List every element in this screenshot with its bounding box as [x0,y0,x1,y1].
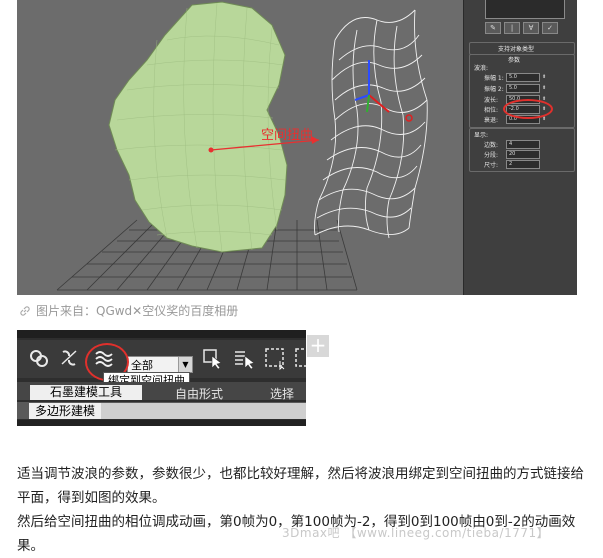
rectangular-selection-icon[interactable] [263,346,287,370]
tab-selection[interactable]: 选择 [270,385,294,402]
add-button[interactable]: + [307,335,329,357]
param-row: 振幅 2: 5.0 ⬍ [484,83,547,93]
pipe-icon[interactable]: | [504,22,520,34]
paragraph-1: 适当调节波浪的参数，参数很少，也都比较好理解，然后将波浪用绑定到空间扭曲的方式链… [17,466,584,506]
ribbon-tabs: 石墨建模工具 自由形式 选择 [17,382,306,402]
image-caption: 图片来自：QGwd✕空仪奖的百度相册 [19,302,238,319]
unlink-selection-icon[interactable] [57,346,81,370]
tab-freeform[interactable]: 自由形式 [175,385,223,402]
select-object-icon[interactable] [200,346,224,370]
ribbon-subbar: 多边形建模 [17,402,306,419]
pin-icon[interactable]: ✎ [485,22,501,34]
display-rollout: 显示: 边数: 4 分段: 20 尺寸: 2 [469,128,575,172]
param-row: 分段: 20 [484,149,540,159]
chevron-down-icon[interactable]: ▼ [178,357,192,372]
window-crossing-icon[interactable] [293,346,306,370]
scene-render [56,1,428,291]
ribbon-panel-bar [101,403,306,419]
selection-filter-select[interactable]: 全部 ▼ [127,356,193,373]
tab-polygon-modeling[interactable]: 多边形建模 [29,403,101,419]
wave-group-title: 波浪: [474,65,489,72]
modifier-preview [485,0,565,19]
unique-icon[interactable]: ∀ [523,22,539,34]
spinner-icon[interactable]: ⬍ [542,74,547,81]
param-row: 边数: 4 [484,139,540,149]
menu-strip [17,330,306,338]
segments-field[interactable]: 20 [506,149,540,159]
toolbar-screenshot: 全部 ▼ 绑定到空间扭曲 石墨建模工具 自由形式 选择 多边形建模 [17,330,306,426]
caption-text: 图片来自：QGwd✕空仪奖的百度相册 [36,304,239,318]
link-icon [20,305,30,316]
watermark: 3Dmax吧 【www.lineeg.com/tieba/1771】 [282,526,550,540]
bottom-strip [17,420,306,426]
command-panel: ✎ | ∀ ✓ 支持对象类型 参数 波浪: 振幅 1: 5.0 ⬍ 振幅 2: … [463,0,577,295]
supports-objects-title: 支持对象类型 [498,46,535,53]
panel-tool-icons: ✎ | ∀ ✓ [485,22,563,34]
space-warp-label: 空间扭曲 [261,128,314,143]
wave-wireframe [314,9,428,239]
param-row: 振幅 1: 5.0 ⬍ [484,72,547,82]
sides-field[interactable]: 4 [506,139,540,149]
size-field[interactable]: 2 [506,159,540,169]
amplitude2-field[interactable]: 5.0 [506,83,540,93]
viewport-screenshot: 空间扭曲 ✎ | ∀ ✓ 支持对象类型 参数 波浪: 振幅 1: 5.0 ⬍ 振… [17,0,577,295]
spinner-icon[interactable]: ⬍ [542,85,547,92]
tab-graphite-modeling[interactable]: 石墨建模工具 [30,385,142,400]
phase-highlight-oval [503,99,553,119]
parameters-title: 参数 [508,57,521,64]
display-group-title: 显示: [474,132,489,139]
delete-icon[interactable]: ✓ [542,22,558,34]
param-row: 尺寸: 2 [484,159,540,169]
select-and-link-icon[interactable] [27,346,51,370]
select-by-name-icon[interactable] [232,346,256,370]
amplitude1-field[interactable]: 5.0 [506,72,540,82]
